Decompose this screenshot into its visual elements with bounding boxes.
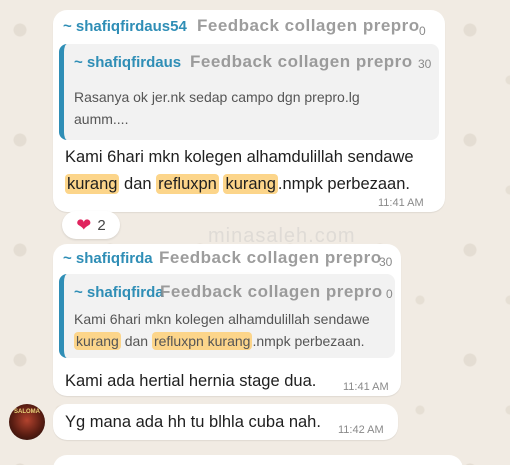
reaction-pill[interactable]: ❤ 2 xyxy=(62,211,120,239)
message-bubble[interactable]: ~ shafiqfirda Feedback collagen prepro 3… xyxy=(53,244,401,396)
message-bubble-partial[interactable] xyxy=(53,455,463,465)
sender-avatar[interactable]: SALOMA xyxy=(9,404,45,440)
message-header: ~ shafiqfirda Feedback collagen prepro xyxy=(63,250,383,274)
quote-sender-name: ~ shafiqfirdaus xyxy=(74,54,182,71)
quote-text: Kami 6hari mkn kolegen alhamdulillah sen… xyxy=(74,311,370,350)
highlighted-word: kurang xyxy=(65,174,120,194)
header-time-fragment: 0 xyxy=(419,24,426,38)
message-time: 11:41 AM xyxy=(378,197,424,209)
quote-overlay-caption: Feedback collagen prepro xyxy=(190,52,413,71)
message-bubble[interactable]: ~ shafiqfirdaus54 Feedback collagen prep… xyxy=(53,10,445,212)
sender-name[interactable]: ~ shafiqfirdaus54 xyxy=(63,18,187,35)
message-text: Kami 6hari mkn kolegen alhamdulillah sen… xyxy=(65,148,414,194)
message-time: 11:42 AM xyxy=(338,424,384,436)
message-time: 11:41 AM xyxy=(343,381,389,393)
quoted-message[interactable]: ~ shafiqfirdaus Feedback collagen prepro… xyxy=(59,44,439,140)
overlay-caption: Feedback collagen prepro xyxy=(197,18,420,35)
message-text: Kami ada hertial hernia stage dua. xyxy=(65,372,317,390)
quote-time-fragment: 30 xyxy=(418,57,432,71)
quote-text: Rasanya ok jer.nk sedap campo dgn prepro… xyxy=(74,89,360,127)
message-header: ~ shafiqfirdaus54 Feedback collagen prep… xyxy=(63,18,435,42)
highlighted-word: refluxpn xyxy=(156,174,219,194)
heart-icon: ❤ xyxy=(76,215,92,235)
avatar-label: SALOMA xyxy=(14,409,40,415)
sender-name[interactable]: ~ shafiqfirda xyxy=(63,250,153,267)
quote-overlay-caption: Feedback collagen prepro xyxy=(160,282,383,301)
highlighted-word: kurang xyxy=(74,332,121,350)
header-time-fragment: 30 xyxy=(379,255,393,269)
highlighted-word: refluxpn kurang xyxy=(151,332,253,350)
quote-time-fragment: 0 xyxy=(386,287,393,301)
overlay-caption: Feedback collagen prepro xyxy=(159,250,382,267)
message-text: Yg mana ada hh tu blhla cuba nah. xyxy=(65,413,321,431)
quoted-message[interactable]: ~ shafiqfirda Feedback collagen prepro 0… xyxy=(59,274,395,358)
message-bubble[interactable]: Yg mana ada hh tu blhla cuba nah. 11:42 … xyxy=(53,404,398,440)
highlighted-word: kurang xyxy=(223,174,278,194)
quote-sender-name: ~ shafiqfirda xyxy=(74,284,164,301)
reaction-count: 2 xyxy=(97,216,106,234)
